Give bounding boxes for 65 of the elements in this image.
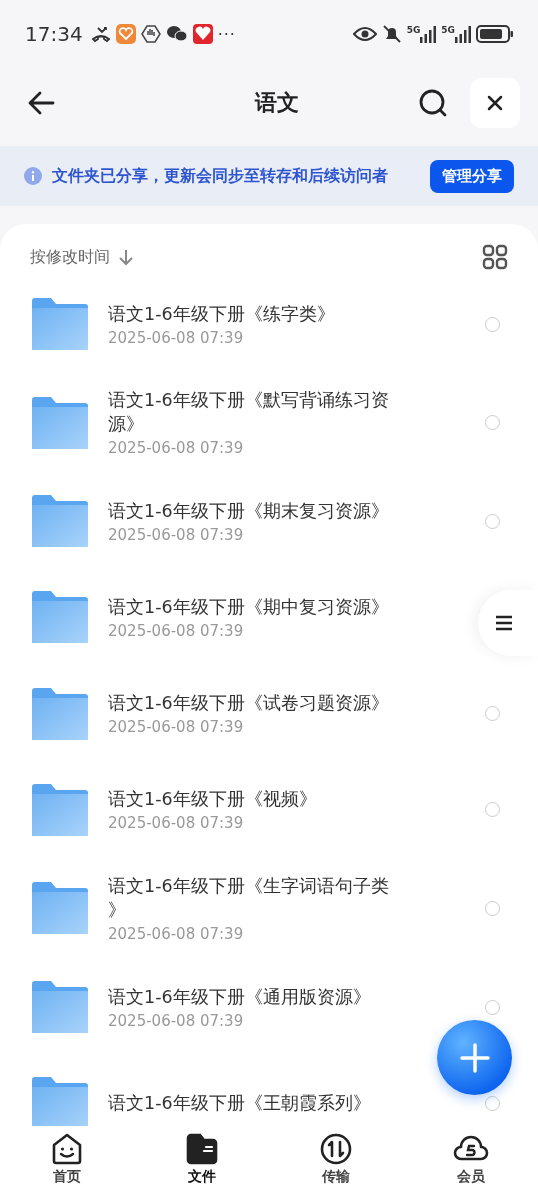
folder-name: 语文1-6年级下册《视频》	[108, 788, 318, 812]
folder-icon	[32, 495, 88, 548]
folder-icon	[32, 1077, 88, 1126]
folder-icon	[32, 591, 88, 644]
heart-app-icon	[115, 24, 136, 44]
folder-name: 语文1-6年级下册《期中复习资源》	[108, 595, 390, 619]
nav-tab[interactable]: 会员	[403, 1126, 538, 1200]
info-icon	[24, 167, 42, 185]
sort-button[interactable]: 按修改时间	[30, 246, 110, 268]
close-button[interactable]	[470, 78, 520, 128]
folder-row[interactable]: 语文1-6年级下册《默写背诵练习资源》 2025-06-08 07:39	[0, 372, 538, 474]
search-icon	[418, 88, 448, 118]
signal-icon	[420, 25, 437, 43]
missed-call-icon	[90, 24, 111, 44]
arrow-down-icon	[118, 248, 134, 266]
page-title: 语文	[253, 89, 300, 117]
folder-row[interactable]: 语文1-6年级下册《试卷习题资源》 2025-06-08 07:39	[0, 665, 538, 762]
modified-date: 2025-06-08 07:39	[108, 1011, 245, 1030]
folder-icon	[32, 783, 88, 836]
manage-share-button[interactable]: 管理分享	[430, 159, 514, 193]
more-notifications: ···	[217, 24, 236, 44]
status-time: 17:34	[25, 22, 83, 46]
close-icon	[487, 95, 503, 111]
folder-icon	[32, 981, 88, 1034]
folder-icon	[32, 687, 88, 740]
folder-name: 语文1-6年级下册《练字类》	[108, 302, 336, 326]
folder-row[interactable]: 语文1-6年级下册《期末复习资源》 2025-06-08 07:39	[0, 473, 538, 570]
menu-icon	[495, 615, 513, 631]
nav-tab[interactable]: 传输	[269, 1126, 404, 1200]
folder-name: 语文1-6年级下册《王朝霞系列》	[108, 1092, 372, 1116]
folder-row[interactable]: 语文1-6年级下册《生字词语句子类》 2025-06-08 07:39	[0, 857, 538, 959]
grid-view-button[interactable]	[482, 244, 508, 270]
modified-date: 2025-06-08 07:39	[108, 328, 245, 347]
folder-icon	[32, 882, 88, 935]
chat-app-icon	[165, 24, 188, 44]
signal-icon	[455, 25, 471, 43]
folder-name: 语文1-6年级下册《期末复习资源》	[108, 499, 390, 523]
modified-date: 2025-06-08 07:39	[108, 621, 245, 640]
modified-date: 2025-06-08 07:39	[108, 525, 245, 544]
nav-tab[interactable]: 首页	[0, 1126, 135, 1200]
folder-name: 语文1-6年级下册《通用版资源》	[108, 985, 372, 1009]
modified-date: 2025-06-08 07:39	[108, 718, 245, 737]
eye-icon	[352, 26, 377, 42]
modified-date: 2025-06-08 07:39	[108, 924, 245, 943]
network-type-label: 5G	[406, 25, 421, 35]
folder-row[interactable]: 语文1-6年级下册《期中复习资源》 2025-06-08 07:39	[0, 569, 538, 666]
nav-tab[interactable]: 文件	[134, 1126, 269, 1200]
modified-date: 2025-06-08 07:39	[108, 439, 245, 458]
heart-app-icon	[192, 24, 213, 44]
modified-date: 2025-06-08 07:39	[108, 814, 245, 833]
network-type-label: 5G	[441, 25, 455, 35]
share-notice-text: 文件夹已分享，更新会同步至转存和后续访问者	[52, 165, 389, 187]
folder-name: 语文1-6年级下册《试卷习题资源》	[108, 692, 390, 716]
transfer-icon	[319, 1132, 354, 1166]
folder-icon	[32, 396, 88, 449]
grid-view-icon	[482, 244, 508, 270]
bell-off-icon	[381, 24, 402, 44]
folder-row[interactable]: 语文1-6年级下册《视频》 2025-06-08 07:39	[0, 761, 538, 858]
folder-icon	[32, 298, 88, 351]
folder-icon	[184, 1132, 219, 1166]
folder-row[interactable]: 语文1-6年级下册《练字类》 2025-06-08 07:39	[0, 276, 538, 373]
plus-icon	[459, 1042, 490, 1073]
folder-name: 语文1-6年级下册《默写背诵练习资源》	[108, 389, 390, 437]
battery-icon	[476, 24, 514, 44]
folder-name: 语文1-6年级下册《生字词语句子类》	[108, 874, 390, 922]
